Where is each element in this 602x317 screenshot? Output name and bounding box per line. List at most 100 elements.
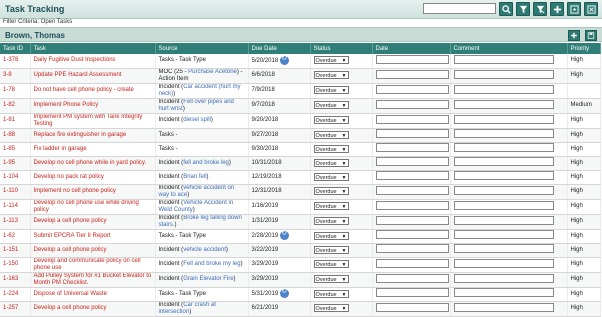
- comment-input[interactable]: [453, 302, 554, 312]
- task-link[interactable]: Implement no cell phone policy: [30, 184, 156, 200]
- task-link[interactable]: Develop and communicate policy on cell p…: [30, 257, 156, 273]
- date-input[interactable]: [375, 302, 449, 312]
- date-input[interactable]: [375, 114, 449, 124]
- task-link[interactable]: Update PPE Hazard Assessment: [30, 68, 156, 84]
- date-input[interactable]: [375, 143, 449, 152]
- comment-input[interactable]: [453, 143, 554, 152]
- comment-input[interactable]: [453, 157, 554, 166]
- excel-button[interactable]: [584, 2, 598, 16]
- source-link[interactable]: Brian fell: [183, 174, 206, 180]
- date-input[interactable]: [375, 288, 449, 297]
- status-select[interactable]: Overdue ▼: [313, 158, 349, 167]
- source-link[interactable]: Purchase Acetone: [188, 69, 237, 75]
- source-link[interactable]: Grain Elevator Fire: [183, 276, 233, 282]
- date-input[interactable]: [375, 273, 449, 283]
- col-source[interactable]: Source: [155, 43, 249, 54]
- status-select[interactable]: Overdue ▼: [313, 187, 349, 195]
- status-select[interactable]: Overdue ▼: [313, 101, 349, 109]
- status-select[interactable]: Overdue ▼: [313, 231, 349, 240]
- comment-input[interactable]: [453, 273, 554, 283]
- search-button[interactable]: [499, 2, 513, 16]
- date-input[interactable]: [375, 185, 449, 195]
- status-select[interactable]: Overdue ▼: [313, 86, 349, 94]
- source-link[interactable]: Fell and broke my leg: [183, 261, 240, 267]
- comment-input[interactable]: [453, 54, 554, 64]
- task-link[interactable]: Do not have cell phone policy - create: [30, 83, 156, 99]
- task-id-link[interactable]: 1-78: [0, 83, 31, 99]
- export-button[interactable]: [567, 2, 581, 16]
- date-input[interactable]: [375, 244, 449, 253]
- col-task-id[interactable]: Task ID: [0, 43, 31, 54]
- task-link[interactable]: Develop no pack rat policy: [30, 170, 156, 185]
- comment-input[interactable]: [453, 69, 554, 79]
- search-input[interactable]: [423, 3, 496, 14]
- task-id-link[interactable]: 1-110: [0, 184, 31, 200]
- col-status[interactable]: Status: [310, 43, 373, 54]
- task-link[interactable]: Fix ladder in garage: [30, 142, 156, 157]
- task-link[interactable]: Develop no cell phone use while driving …: [30, 199, 156, 215]
- comment-input[interactable]: [453, 200, 554, 210]
- task-id-link[interactable]: 1-224: [0, 287, 31, 302]
- comment-input[interactable]: [453, 244, 554, 253]
- col-date[interactable]: Date: [372, 43, 451, 54]
- task-id-link[interactable]: 1-82: [0, 98, 31, 114]
- date-input[interactable]: [375, 157, 449, 166]
- col-task[interactable]: Task: [30, 43, 156, 54]
- comment-input[interactable]: [453, 258, 554, 268]
- task-link[interactable]: Develop a cell phone policy: [30, 214, 156, 230]
- status-select[interactable]: Overdue ▼: [313, 71, 349, 79]
- task-id-link[interactable]: 1-104: [0, 170, 31, 185]
- col-comment[interactable]: Comment: [450, 43, 568, 54]
- source-link[interactable]: diesel spill: [183, 117, 211, 123]
- section-add-button[interactable]: [568, 30, 580, 41]
- task-link[interactable]: Develop a cell phone policy: [30, 243, 156, 258]
- task-id-link[interactable]: 1-151: [0, 243, 31, 258]
- comment-input[interactable]: [453, 99, 554, 109]
- task-id-link[interactable]: 1-378: [0, 54, 31, 69]
- filter-button[interactable]: [516, 2, 530, 16]
- status-select[interactable]: Overdue ▼: [313, 275, 349, 283]
- task-link[interactable]: Replace fire extinguisher in garage: [30, 128, 156, 143]
- source-link[interactable]: fell and broke leg: [183, 160, 229, 166]
- task-id-link[interactable]: 1-88: [0, 128, 31, 143]
- date-input[interactable]: [375, 129, 449, 138]
- comment-input[interactable]: [453, 129, 554, 138]
- comment-input[interactable]: [453, 84, 554, 94]
- comment-input[interactable]: [453, 114, 554, 124]
- comment-input[interactable]: [453, 288, 554, 297]
- date-input[interactable]: [375, 230, 449, 239]
- comment-input[interactable]: [453, 215, 554, 225]
- task-id-link[interactable]: 1-81: [0, 113, 31, 129]
- date-input[interactable]: [375, 69, 449, 79]
- status-select[interactable]: Overdue ▼: [313, 56, 349, 65]
- task-id-link[interactable]: 1-113: [0, 214, 31, 230]
- status-select[interactable]: Overdue ▼: [313, 144, 349, 153]
- task-id-link[interactable]: 3-8: [0, 68, 31, 84]
- section-save-button[interactable]: [585, 30, 597, 41]
- status-select[interactable]: Overdue ▼: [313, 116, 349, 124]
- col-due-date[interactable]: Due Date: [248, 43, 311, 54]
- task-link[interactable]: Implement Phone Policy: [30, 98, 156, 114]
- status-select[interactable]: Overdue ▼: [313, 172, 349, 181]
- clear-filter-button[interactable]: [533, 2, 547, 16]
- task-id-link[interactable]: 1-85: [0, 142, 31, 157]
- status-select[interactable]: Overdue ▼: [313, 260, 349, 268]
- status-select[interactable]: Overdue ▼: [313, 130, 349, 139]
- task-id-link[interactable]: 1-163: [0, 272, 31, 288]
- date-input[interactable]: [375, 84, 449, 94]
- status-select[interactable]: Overdue ▼: [313, 202, 349, 210]
- task-link[interactable]: Submit EPCRA Tier II Report: [30, 229, 156, 244]
- date-input[interactable]: [375, 99, 449, 109]
- task-link[interactable]: Implement PM system with Tank Integrity …: [30, 113, 156, 129]
- status-select[interactable]: Overdue ▼: [313, 217, 349, 225]
- task-link[interactable]: Dispose of Universal Waste: [30, 287, 156, 302]
- task-id-link[interactable]: 1-95: [0, 156, 31, 171]
- status-select[interactable]: Overdue ▼: [313, 304, 349, 312]
- comment-input[interactable]: [453, 230, 554, 239]
- task-link[interactable]: Add Pulley System for #1 Bucket Elevator…: [30, 272, 156, 288]
- task-link[interactable]: Develop no cell phone while in yard poli…: [30, 156, 156, 171]
- date-input[interactable]: [375, 215, 449, 225]
- date-input[interactable]: [375, 171, 449, 180]
- status-select[interactable]: Overdue ▼: [313, 245, 349, 254]
- date-input[interactable]: [375, 200, 449, 210]
